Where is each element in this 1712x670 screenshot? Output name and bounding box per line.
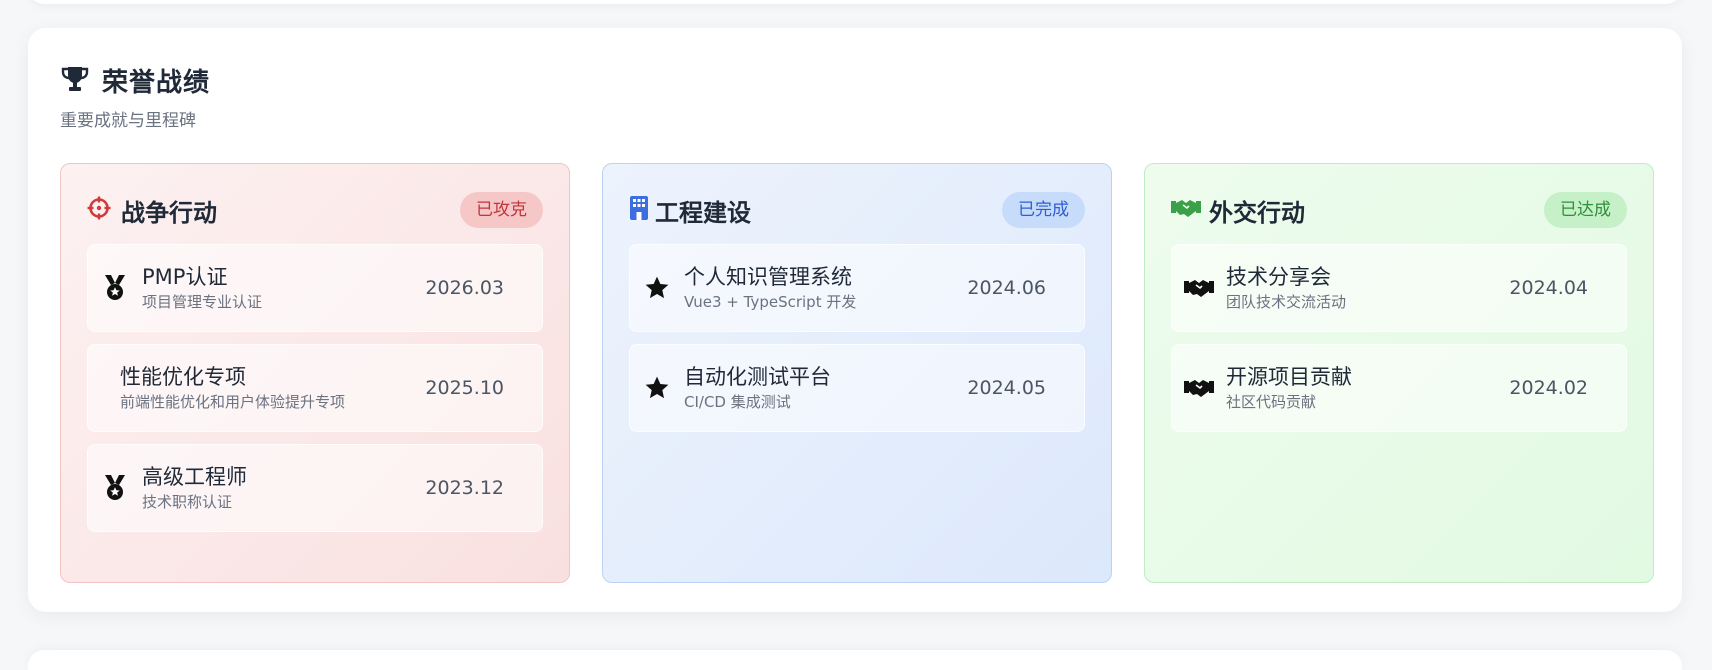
card-title: 工程建设: [655, 198, 751, 227]
handshake-icon: [1172, 377, 1226, 399]
card-diplomacy: 外交行动 已达成 技术分享会 团队技术交流活动 2024.04 开源项目贡献 社…: [1144, 163, 1654, 583]
card-header: 战争行动 已攻克: [87, 192, 543, 228]
list-item[interactable]: 技术分享会 团队技术交流活动 2024.04: [1171, 244, 1627, 332]
item-date: 2024.04: [1509, 277, 1588, 299]
item-description: 社区代码贡献: [1226, 393, 1317, 411]
item-description: Vue3 + TypeScript 开发: [684, 293, 857, 311]
medal-icon: [88, 274, 142, 302]
status-badge: 已完成: [1002, 192, 1085, 228]
medal-icon: [88, 474, 142, 502]
star-icon: [630, 275, 684, 301]
list-item[interactable]: 开源项目贡献 社区代码贡献 2024.02: [1171, 344, 1627, 432]
item-description: 团队技术交流活动: [1226, 293, 1347, 311]
item-date: 2024.05: [967, 377, 1046, 399]
building-icon: [629, 196, 649, 224]
item-title: PMP认证: [142, 265, 228, 289]
list-item[interactable]: PMP认证 项目管理专业认证 2026.03: [87, 244, 543, 332]
item-description: 技术职称认证: [142, 493, 233, 511]
item-title: 自动化测试平台: [684, 365, 831, 389]
item-description: 项目管理专业认证: [142, 293, 263, 311]
card-title: 战争行动: [121, 198, 217, 227]
next-section-edge: [28, 650, 1682, 670]
handshake-icon: [1171, 197, 1201, 223]
item-title: 性能优化专项: [120, 365, 246, 389]
status-badge: 已达成: [1544, 192, 1627, 228]
card-header: 工程建设 已完成: [629, 192, 1085, 228]
card-title: 外交行动: [1209, 198, 1305, 227]
item-title: 技术分享会: [1226, 265, 1331, 289]
section-title: 荣誉战绩: [102, 68, 211, 98]
item-title: 高级工程师: [142, 465, 247, 489]
card-war-operations: 战争行动 已攻克 PMP认证 项目管理专业认证 2026.03 性能优化专项 前…: [60, 163, 570, 583]
list-item[interactable]: 高级工程师 技术职称认证 2023.12: [87, 444, 543, 532]
trophy-icon: [60, 65, 90, 97]
section-header: 荣誉战绩: [60, 62, 210, 99]
item-title: 个人知识管理系统: [684, 265, 852, 289]
list-item[interactable]: 自动化测试平台 CI/CD 集成测试 2024.05: [629, 344, 1085, 432]
item-date: 2025.10: [425, 377, 504, 399]
item-date: 2024.06: [967, 277, 1046, 299]
section-subtitle: 重要成就与里程碑: [60, 111, 196, 131]
card-engineering: 工程建设 已完成 个人知识管理系统 Vue3 + TypeScript 开发 2…: [602, 163, 1112, 583]
item-date: 2023.12: [425, 477, 504, 499]
handshake-icon: [1172, 277, 1226, 299]
crosshair-icon: [87, 196, 111, 224]
item-date: 2026.03: [425, 277, 504, 299]
item-description: 前端性能优化和用户体验提升专项: [120, 393, 346, 411]
item-date: 2024.02: [1509, 377, 1588, 399]
previous-section-edge: [28, 0, 1682, 4]
item-description: CI/CD 集成测试: [684, 393, 791, 411]
honors-section: 荣誉战绩 重要成就与里程碑 战争行动 已攻克 PMP认证 项目管理专业认证 20…: [28, 28, 1682, 612]
star-icon: [630, 375, 684, 401]
list-item[interactable]: 个人知识管理系统 Vue3 + TypeScript 开发 2024.06: [629, 244, 1085, 332]
list-item[interactable]: 性能优化专项 前端性能优化和用户体验提升专项 2025.10: [87, 344, 543, 432]
card-header: 外交行动 已达成: [1171, 192, 1627, 228]
status-badge: 已攻克: [460, 192, 543, 228]
item-title: 开源项目贡献: [1226, 365, 1352, 389]
